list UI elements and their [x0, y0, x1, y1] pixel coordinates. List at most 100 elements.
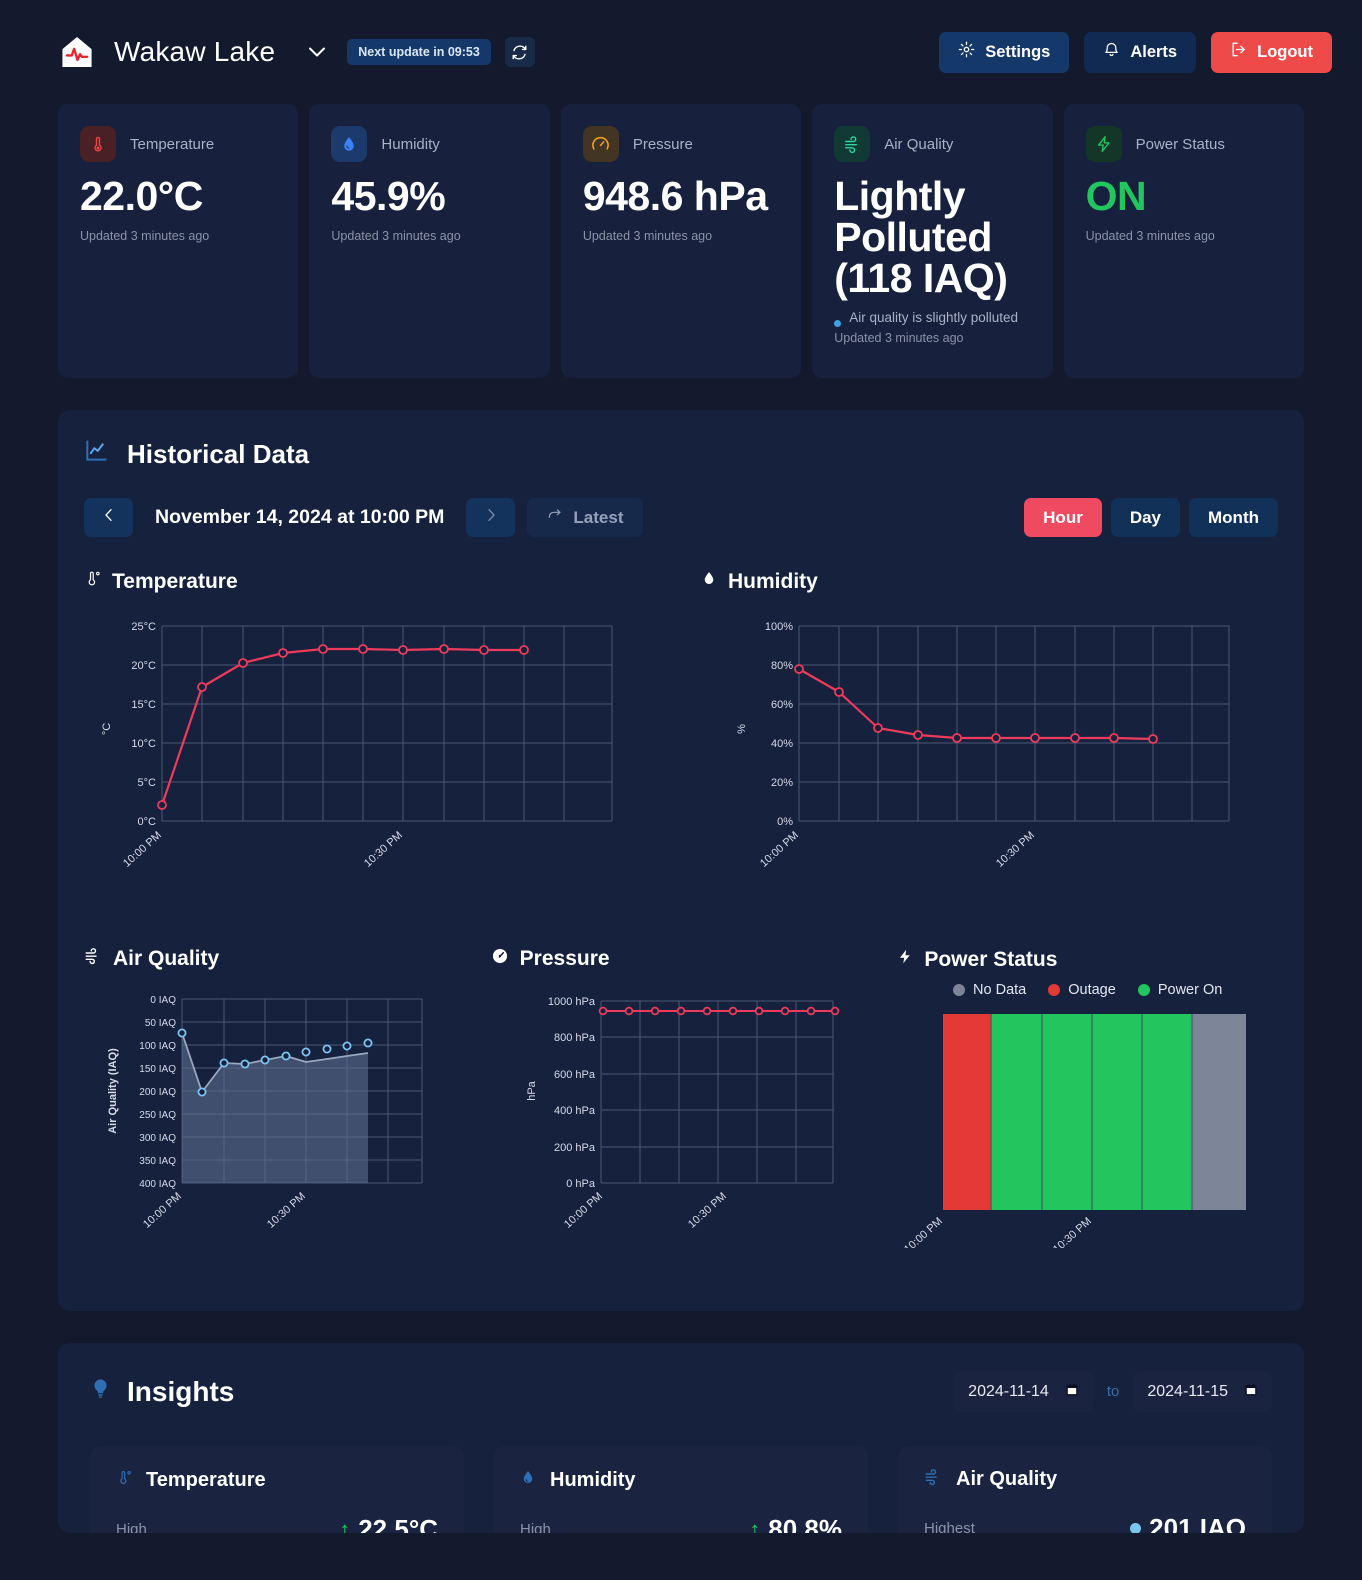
y-tick-label: 200 hPa [554, 1142, 596, 1154]
note-dot-icon [834, 320, 842, 327]
chart-pressure: Pressure 1000 hPa 800 hPa 600 hPa 400 hP… [491, 947, 872, 1281]
chart-temperature: Temperature 25°C 20°C 15°C 10°C 5°C 0°C … [84, 569, 661, 899]
insights-header: Insights 2024-11-14 to 2024-11-15 [90, 1371, 1272, 1412]
power-segment-outage [943, 1014, 992, 1210]
chart-canvas: 0 IAQ 50 IAQ 100 IAQ 150 IAQ 200 IAQ 250… [84, 981, 465, 1281]
status-card-value: 948.6 hPa [582, 173, 768, 219]
insights-title: Insights [90, 1375, 234, 1408]
gear-icon [958, 41, 975, 63]
thermometer-icon [116, 1468, 132, 1492]
insight-row-value-wrap: ↑ 22.5°C [339, 1514, 438, 1533]
status-card-label: Pressure [632, 135, 693, 153]
range-button-day[interactable]: Day [1110, 498, 1181, 537]
y-tick-label: 100% [765, 621, 793, 633]
chart-title: Power Status [897, 947, 1278, 972]
y-tick-label: 600 hPa [554, 1069, 596, 1081]
next-period-button[interactable] [466, 498, 516, 537]
chart-title-text: Power Status [924, 947, 1058, 971]
app-header: Wakaw Lake Next update in 09:53 Settings… [0, 0, 1362, 104]
range-button-hour[interactable]: Hour [1024, 498, 1102, 537]
temperature-line-chart: 25°C 20°C 15°C 10°C 5°C 0°C °C 10:00 PM … [101, 621, 613, 870]
status-card-updated: Updated 3 minutes ago [80, 229, 210, 243]
series-area [182, 1033, 368, 1183]
date-range-separator: to [1106, 1383, 1120, 1400]
chart-title-text: Temperature [112, 569, 238, 593]
gauge-icon [491, 947, 509, 971]
line-chart-icon [84, 438, 109, 470]
status-card-value: Lightly Polluted (118 IAQ) [834, 173, 1008, 301]
charts-row-top: Temperature 25°C 20°C 15°C 10°C 5°C 0°C … [84, 569, 1278, 899]
legend-dot-outage-icon [1048, 984, 1061, 996]
y-tick-label: 0 IAQ [150, 995, 176, 1006]
refresh-icon[interactable] [504, 37, 535, 67]
legend-dot-power-on-icon [1137, 984, 1150, 996]
status-card-label: Power Status [1135, 135, 1225, 153]
x-tick-label: 10:00 PM [902, 1215, 945, 1248]
chart-canvas: 10:00 PM 10:30 PM [897, 1008, 1278, 1248]
calendar-icon[interactable] [1065, 1382, 1079, 1402]
power-status-bar-chart: 10:00 PM 10:30 PM [902, 1014, 1247, 1248]
next-update-badge: Next update in 09:53 [347, 39, 491, 65]
status-card-power-status: Power Status ON Updated 3 minutes ago [1063, 104, 1305, 378]
chart-title: Temperature [84, 569, 661, 594]
chart-title-text: Pressure [519, 947, 610, 970]
wind-icon [84, 947, 102, 971]
y-tick-label: 0 hPa [566, 1178, 596, 1190]
y-axis-title: hPa [526, 1080, 538, 1100]
legend-item-power-on: Power On [1137, 982, 1222, 998]
y-tick-label: 400 hPa [554, 1105, 596, 1117]
chevron-left-icon [101, 507, 117, 528]
insight-card-title: Temperature [146, 1468, 266, 1491]
y-tick-label: 20% [771, 777, 793, 789]
humidity-line-chart: 100% 80% 60% 40% 20% 0% % 10:00 PM 10:30… [736, 621, 1230, 870]
air-quality-area-chart: 0 IAQ 50 IAQ 100 IAQ 150 IAQ 200 IAQ 250… [107, 995, 423, 1231]
range-button-month[interactable]: Month [1189, 498, 1278, 537]
x-tick-label: 10:30 PM [686, 1190, 729, 1230]
y-tick-label: 0% [777, 816, 793, 828]
calendar-icon[interactable] [1244, 1382, 1258, 1402]
y-tick-label: 150 IAQ [139, 1064, 176, 1075]
insight-card-header: Air Quality [924, 1468, 1246, 1491]
lightbulb-icon [90, 1375, 111, 1408]
insights-panel: Insights 2024-11-14 to 2024-11-15 Temper… [58, 1343, 1304, 1533]
latest-button[interactable]: Latest [527, 498, 644, 537]
status-card-updated: Updated 3 minutes ago [582, 229, 713, 243]
insight-row: High ↑ 80.8% [520, 1514, 842, 1533]
logout-button[interactable]: Logout [1211, 31, 1332, 73]
date-from-input[interactable]: 2024-11-14 [954, 1371, 1093, 1412]
current-period-label: November 14, 2024 at 10:00 PM [155, 506, 445, 528]
y-tick-label: 60% [771, 699, 793, 711]
date-to-input[interactable]: 2024-11-15 [1133, 1371, 1272, 1412]
droplet-icon [520, 1468, 536, 1492]
insight-row-value: 80.8% [768, 1514, 842, 1533]
y-tick-label: 100 IAQ [139, 1041, 176, 1052]
status-card-header: Temperature [80, 126, 276, 162]
chevron-down-icon[interactable] [305, 40, 329, 64]
y-tick-label: 800 hPa [554, 1032, 596, 1044]
x-tick-label: 10:00 PM [141, 1190, 184, 1230]
insight-row-value: 201 IAQ [1149, 1513, 1246, 1533]
status-card-updated: Updated 3 minutes ago [834, 331, 964, 346]
alerts-button[interactable]: Alerts [1084, 31, 1197, 73]
chart-canvas: 1000 hPa 800 hPa 600 hPa 400 hPa 200 hPa… [491, 981, 872, 1281]
arrow-up-icon: ↑ [749, 1516, 761, 1534]
historical-data-panel: Historical Data November 14, 2024 at 10:… [58, 410, 1304, 1311]
insight-row-value-wrap: ↑ 80.8% [749, 1514, 842, 1533]
brand: Wakaw Lake [58, 33, 275, 71]
arrow-forward-icon [547, 507, 563, 528]
x-tick-label: 10:30 PM [1051, 1215, 1094, 1248]
status-card-note-text: Air quality is slightly polluted [849, 310, 1019, 325]
insight-card-title: Air Quality [956, 1468, 1058, 1490]
y-tick-label: 400 IAQ [139, 1179, 176, 1190]
status-card-humidity: Humidity 45.9% Updated 3 minutes ago [309, 104, 550, 378]
status-card-header: Humidity [331, 126, 527, 162]
date-to-value: 2024-11-15 [1147, 1382, 1228, 1400]
thermometer-icon [80, 126, 116, 162]
pressure-line-chart: 1000 hPa 800 hPa 600 hPa 400 hPa 200 hPa… [526, 996, 839, 1231]
droplet-icon [331, 126, 368, 162]
y-tick-label: 10°C [131, 738, 156, 750]
prev-period-button[interactable] [84, 498, 133, 537]
settings-button[interactable]: Settings [939, 31, 1070, 73]
insight-row-key: High [520, 1521, 551, 1533]
bolt-icon [1085, 126, 1122, 162]
